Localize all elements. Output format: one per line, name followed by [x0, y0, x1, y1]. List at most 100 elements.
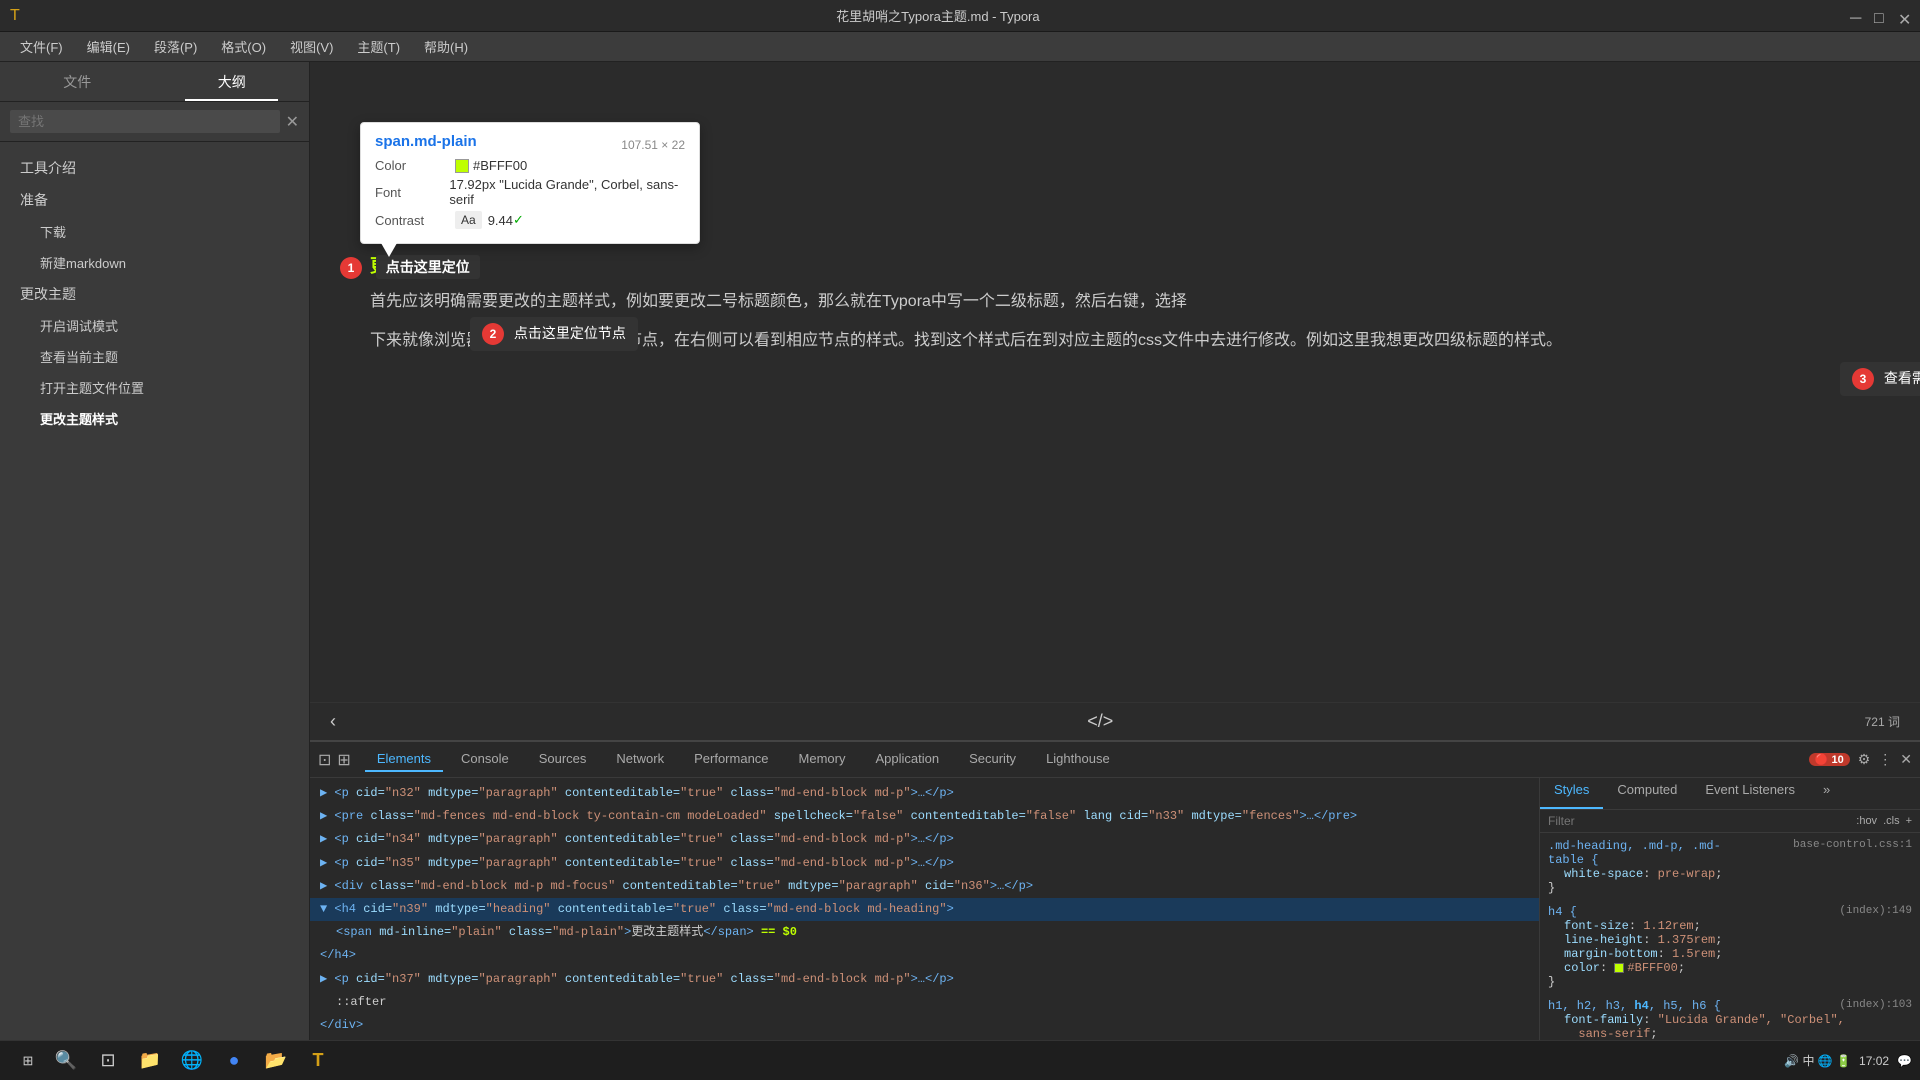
nav-item-prepare[interactable]: 准备 [0, 184, 309, 216]
close-button[interactable]: ✕ [1898, 10, 1910, 22]
styles-tab-computed[interactable]: Computed [1603, 778, 1691, 809]
filter-hov-button[interactable]: :hov [1856, 815, 1877, 827]
css-brace-1: } [1548, 881, 1912, 895]
taskbar-browser-button[interactable]: 🌐 [174, 1043, 210, 1079]
css-line-whitespace: white-space: pre-wrap; [1548, 867, 1912, 881]
styles-tabs: Styles Computed Event Listeners » [1540, 778, 1920, 810]
notification-button[interactable]: 💬 [1897, 1054, 1912, 1068]
devtools-tab-memory[interactable]: Memory [787, 747, 858, 772]
filter-add-button[interactable]: + [1906, 815, 1912, 827]
menu-theme[interactable]: 主题(T) [345, 33, 412, 60]
taskbar-search-button[interactable]: 🔍 [48, 1043, 84, 1079]
styles-tab-more[interactable]: » [1809, 778, 1844, 809]
annotation-label-1: 点击这里定位 [376, 255, 480, 279]
styles-tab-event-listeners[interactable]: Event Listeners [1691, 778, 1809, 809]
menu-paragraph[interactable]: 段落(P) [142, 33, 209, 60]
devtools-tab-console[interactable]: Console [449, 747, 521, 772]
devtools-actions: 🔴 10 ⚙ ⋮ ✕ [1809, 751, 1912, 768]
start-button[interactable]: ⊞ [8, 1046, 48, 1076]
window-controls: ─ □ ✕ [1850, 10, 1910, 22]
annotation-num-3: 3 [1852, 368, 1874, 390]
devtools-tab-elements[interactable]: Elements [365, 747, 443, 772]
nav-item-change-style[interactable]: 更改主题样式 [0, 403, 309, 434]
dom-line-h4[interactable]: ▼ <h4 cid="n39" mdtype="heading" content… [310, 898, 1539, 921]
devtools-more-button[interactable]: ⋮ [1878, 751, 1892, 768]
dom-line-span[interactable]: <span md-inline="plain" class="md-plain"… [326, 921, 1539, 944]
menu-file[interactable]: 文件(F) [8, 33, 75, 60]
taskbar-chrome-button[interactable]: ● [216, 1043, 252, 1079]
devtools-tab-network[interactable]: Network [604, 747, 676, 772]
menu-edit[interactable]: 编辑(E) [75, 33, 142, 60]
tab-files[interactable]: 文件 [0, 62, 155, 101]
taskbar-file-manager-button[interactable]: 📁 [132, 1043, 168, 1079]
para-1: 首先应该明确需要更改的主题样式，例如要更改二号标题颜色，那么就在Typora中写… [370, 288, 1860, 315]
sidebar-nav: 工具介绍 准备 下载 新建markdown 更改主题 开启调试模式 查看当前主题… [0, 142, 309, 444]
css-selector-1: .md-heading, .md-p, .md- base-control.cs… [1548, 839, 1912, 853]
tab-outline[interactable]: 大纲 [155, 62, 310, 101]
dom-line-0[interactable]: ▶ <p cid="n32" mdtype="paragraph" conten… [310, 782, 1539, 805]
dom-line-after[interactable]: ::after [326, 991, 1539, 1014]
h4-heading: 更改主题样式 [370, 252, 1860, 278]
devtools-tab-performance[interactable]: Performance [682, 747, 780, 772]
annotation-bubble-3: 3 查看需要修改节点的样式 [1840, 362, 1920, 396]
css-line-margin-bottom: margin-bottom: 1.5rem; [1548, 947, 1912, 961]
dom-line-5[interactable]: ▶ <p cid="n37" mdtype="paragraph" conten… [310, 968, 1539, 991]
css-line-line-height: line-height: 1.375rem; [1548, 933, 1912, 947]
devtools-settings-button[interactable]: ⚙ [1858, 751, 1871, 768]
menubar: 文件(F) 编辑(E) 段落(P) 格式(O) 视图(V) 主题(T) 帮助(H… [0, 32, 1920, 62]
styles-filter-input[interactable] [1548, 814, 1856, 828]
tooltip-contrast-value: 9.44 [488, 213, 513, 228]
nav-item-debug-mode[interactable]: 开启调试模式 [0, 310, 309, 341]
menu-help[interactable]: 帮助(H) [412, 33, 480, 60]
minimize-button[interactable]: ─ [1850, 10, 1862, 22]
dom-line-div-close[interactable]: </div> [310, 1014, 1539, 1037]
devtools-tab-sources[interactable]: Sources [527, 747, 599, 772]
tooltip-dimensions: 107.51 × 22 [621, 138, 685, 152]
word-count: 721 词 [1865, 713, 1900, 730]
dom-line-4[interactable]: ▶ <div class="md-end-block md-p md-focus… [310, 875, 1539, 898]
nav-item-current-theme[interactable]: 查看当前主题 [0, 341, 309, 372]
nav-item-download[interactable]: 下载 [0, 216, 309, 247]
maximize-button[interactable]: □ [1874, 10, 1886, 22]
dom-line-h4-close[interactable]: </h4> [310, 944, 1539, 967]
nav-item-tools[interactable]: 工具介绍 [0, 152, 309, 184]
dom-panel: ▶ <p cid="n32" mdtype="paragraph" conten… [310, 778, 1540, 1057]
dom-line-2[interactable]: ▶ <p cid="n34" mdtype="paragraph" conten… [310, 828, 1539, 851]
filter-cls-button[interactable]: .cls [1883, 815, 1900, 827]
nav-item-theme-location[interactable]: 打开主题文件位置 [0, 372, 309, 403]
filter-actions: :hov .cls + [1856, 814, 1912, 828]
nav-prev-button[interactable]: ‹ [330, 711, 336, 732]
devtools-tab-security[interactable]: Security [957, 747, 1028, 772]
devtools-tab-application[interactable]: Application [863, 747, 951, 772]
css-line-font-family: font-family: "Lucida Grande", "Corbel", [1548, 1013, 1912, 1027]
taskbar-task-view-button[interactable]: ⊡ [90, 1043, 126, 1079]
devtools-content: ▶ <p cid="n32" mdtype="paragraph" conten… [310, 778, 1920, 1057]
window-title: 花里胡哨之Typora主题.md - Typora [26, 6, 1850, 25]
tooltip-font-label: Font [375, 185, 449, 200]
search-input[interactable] [10, 110, 280, 133]
nav-item-change-theme[interactable]: 更改主题 [0, 278, 309, 310]
styles-tab-styles[interactable]: Styles [1540, 778, 1603, 809]
dom-line-1[interactable]: ▶ <pre class="md-fences md-end-block ty-… [310, 805, 1539, 828]
nav-code-button[interactable]: </> [1087, 711, 1113, 732]
dom-line-3[interactable]: ▶ <p cid="n35" mdtype="paragraph" conten… [310, 852, 1539, 875]
sidebar: 文件 大纲 ✕ 工具介绍 准备 下载 新建markdown 更改主题 开启调试模… [0, 62, 310, 1080]
clear-search-button[interactable]: ✕ [286, 112, 299, 132]
devtools-device-icon[interactable]: ⊞ [337, 750, 350, 770]
devtools-panel: ⊡ ⊞ Elements Console Sources Network Per… [310, 740, 1920, 1080]
menu-view[interactable]: 视图(V) [278, 33, 345, 60]
devtools-cursor-icon[interactable]: ⊡ [318, 750, 331, 770]
error-count-badge: 🔴 10 [1809, 753, 1850, 766]
tooltip-arrow [381, 243, 397, 257]
nav-item-new-md[interactable]: 新建markdown [0, 247, 309, 278]
tooltip-contrast-row: Contrast Aa 9.44 ✓ [375, 211, 685, 229]
sidebar-search-bar: ✕ [0, 102, 309, 142]
css-selector-cont: table { [1548, 853, 1912, 867]
devtools-tab-lighthouse[interactable]: Lighthouse [1034, 747, 1122, 772]
devtools-close-button[interactable]: ✕ [1900, 751, 1912, 768]
taskbar-typora-button[interactable]: T [300, 1043, 336, 1079]
styles-panel: Styles Computed Event Listeners » :hov .… [1540, 778, 1920, 1057]
main-layout: 文件 大纲 ✕ 工具介绍 准备 下载 新建markdown 更改主题 开启调试模… [0, 62, 1920, 1080]
menu-format[interactable]: 格式(O) [209, 33, 278, 60]
taskbar-files-button[interactable]: 📂 [258, 1043, 294, 1079]
